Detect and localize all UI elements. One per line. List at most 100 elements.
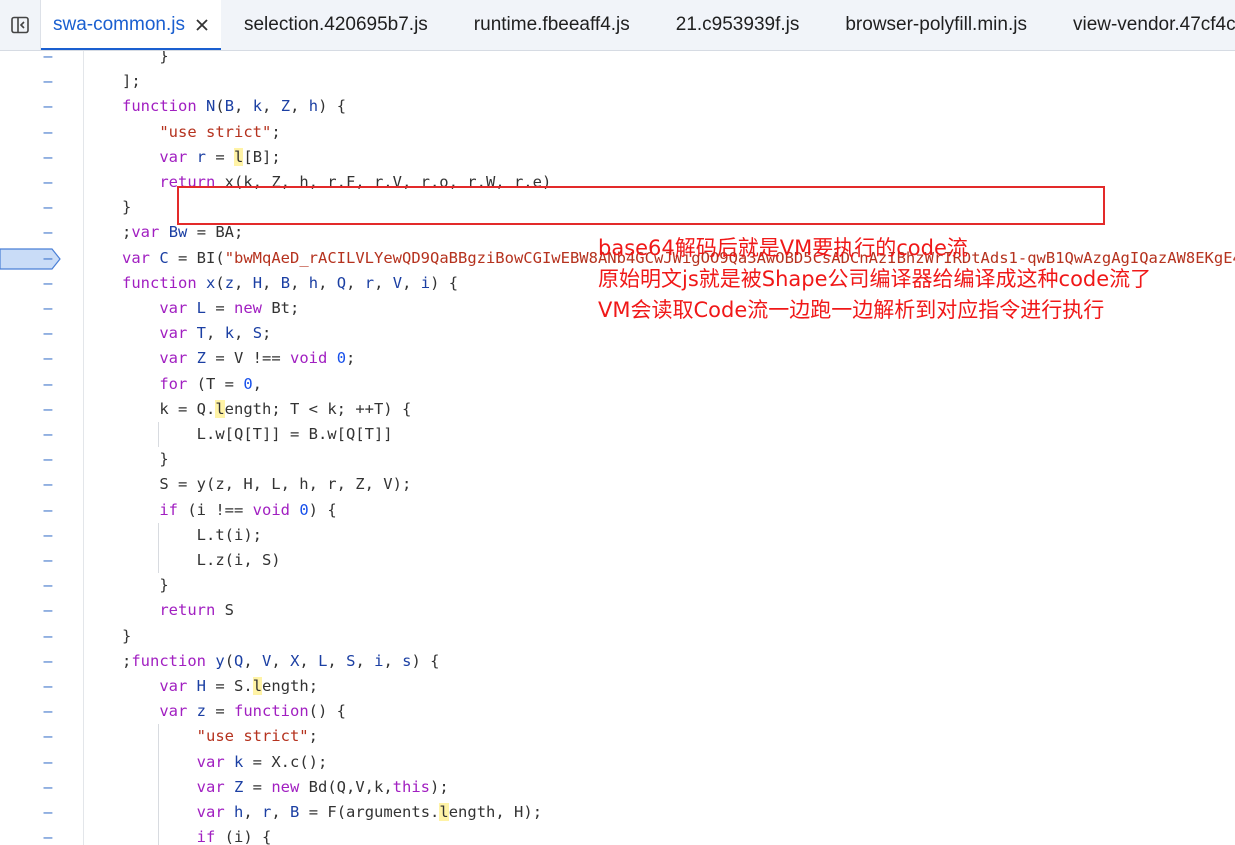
gutter-marker[interactable]: – bbox=[38, 548, 58, 573]
code-text: } bbox=[122, 447, 169, 472]
code-token: = bbox=[206, 147, 235, 166]
tab-3[interactable]: runtime.fbeeaff4.js bbox=[451, 0, 653, 50]
gutter-marker[interactable]: – bbox=[38, 271, 58, 296]
gutter-marker[interactable]: – bbox=[38, 397, 58, 422]
identifier-token: x bbox=[206, 273, 216, 292]
code-text: S = y(z, H, L, h, r, Z, V); bbox=[122, 472, 411, 497]
keyword-token: var bbox=[196, 752, 225, 771]
gutter-marker[interactable]: – bbox=[38, 523, 58, 548]
gutter-marker[interactable]: – bbox=[38, 422, 58, 447]
code-line: – } bbox=[0, 51, 1235, 69]
code-line: – function N(B, k, Z, h) { bbox=[0, 94, 1235, 119]
tab-label: swa-common.js bbox=[53, 14, 185, 35]
gutter-marker[interactable]: – bbox=[38, 674, 58, 699]
code-token: } bbox=[122, 450, 169, 469]
gutter-marker[interactable]: – bbox=[38, 750, 58, 775]
code-token: , bbox=[355, 651, 375, 670]
gutter-marker[interactable]: – bbox=[38, 825, 58, 845]
gutter-marker[interactable]: – bbox=[38, 724, 58, 749]
identifier-token: H bbox=[196, 677, 207, 695]
tab-4[interactable]: 21.c953939f.js bbox=[653, 0, 823, 50]
gutter-marker[interactable]: – bbox=[38, 145, 58, 170]
gutter-marker[interactable]: – bbox=[38, 649, 58, 674]
gutter-marker[interactable]: – bbox=[38, 170, 58, 195]
code-token: ength, H); bbox=[448, 803, 543, 821]
gutter-marker[interactable]: – bbox=[38, 598, 58, 623]
gutter-marker[interactable]: – bbox=[38, 246, 58, 271]
tab-2[interactable]: selection.420695b7.js bbox=[221, 0, 451, 50]
code-token: L.z(i, S) bbox=[122, 551, 281, 569]
close-icon[interactable] bbox=[195, 18, 209, 32]
code-editor[interactable]: – } –]; – function N(B, k, Z, h) {– "use st… bbox=[0, 51, 1235, 845]
gutter-marker[interactable]: – bbox=[38, 573, 58, 598]
gutter-marker[interactable]: – bbox=[38, 51, 58, 69]
keyword-token: var bbox=[159, 349, 188, 368]
code-token: = X.c(); bbox=[243, 752, 328, 771]
code-line: – L.z(i, S) bbox=[0, 548, 1235, 574]
code-token: } bbox=[122, 626, 132, 645]
code-text: var r = l[B]; bbox=[122, 145, 281, 170]
code-line: – "use strict"; bbox=[0, 724, 1235, 750]
code-token: , bbox=[290, 97, 309, 116]
tab-1[interactable]: swa-common.js bbox=[41, 0, 221, 50]
code-text: } bbox=[122, 195, 131, 220]
gutter-marker[interactable]: – bbox=[38, 120, 58, 145]
annotation-line-2: 原始明文js就是被Shape公司编译器给编译成这种code流了 bbox=[598, 267, 1152, 291]
code-text: } bbox=[122, 51, 168, 69]
sidebar-toggle-button[interactable] bbox=[0, 0, 41, 50]
gutter-marker[interactable]: – bbox=[38, 220, 58, 245]
gutter-marker[interactable]: – bbox=[38, 94, 58, 119]
identifier-token: h bbox=[308, 97, 319, 116]
gutter-marker[interactable]: – bbox=[38, 346, 58, 371]
identifier-token: C bbox=[159, 248, 169, 267]
tab-6[interactable]: view-vendor.47cf4c bbox=[1050, 0, 1235, 50]
code-text: L.z(i, S) bbox=[122, 548, 281, 573]
code-token: , bbox=[234, 97, 253, 116]
gutter-marker[interactable]: – bbox=[38, 699, 58, 724]
code-token: , bbox=[234, 273, 253, 292]
tab-label: browser-polyfill.min.js bbox=[845, 14, 1027, 35]
gutter-marker[interactable]: – bbox=[38, 800, 58, 825]
code-token: , bbox=[383, 651, 403, 670]
gutter-marker[interactable]: – bbox=[38, 624, 58, 649]
gutter-marker[interactable]: – bbox=[38, 195, 58, 220]
keyword-token: var bbox=[159, 299, 188, 317]
code-text: function N(B, k, Z, h) { bbox=[122, 94, 346, 119]
keyword-token: new bbox=[234, 299, 263, 317]
gutter-marker[interactable]: – bbox=[38, 321, 58, 346]
code-line: –]; bbox=[0, 69, 1235, 94]
annotation-note: base64解码后就是VM要执行的code流 原始明文js就是被Shape公司编… bbox=[598, 233, 1151, 326]
gutter-marker[interactable]: – bbox=[38, 447, 58, 472]
code-token: , bbox=[234, 324, 253, 343]
code-line: – var r = l[B]; bbox=[0, 145, 1235, 170]
tab-5[interactable]: browser-polyfill.min.js bbox=[822, 0, 1050, 50]
code-token: ) { bbox=[318, 97, 347, 116]
gutter-marker[interactable]: – bbox=[38, 775, 58, 800]
code-text: var L = new Bt; bbox=[122, 296, 299, 321]
gutter-marker[interactable]: – bbox=[38, 296, 58, 321]
code-token: ]; bbox=[122, 72, 141, 91]
keyword-token: if bbox=[159, 500, 178, 519]
code-text: var z = function() { bbox=[122, 699, 346, 724]
code-token: ); bbox=[430, 777, 449, 796]
gutter-marker[interactable]: – bbox=[38, 498, 58, 523]
code-text: var H = S.length; bbox=[122, 674, 318, 699]
gutter-marker[interactable]: – bbox=[38, 69, 58, 94]
code-token: ; bbox=[271, 122, 281, 141]
gutter-marker[interactable]: – bbox=[38, 372, 58, 397]
identifier-token: z bbox=[196, 702, 207, 721]
code-token: Bd(Q,V,k, bbox=[299, 777, 393, 796]
gutter-marker[interactable]: – bbox=[38, 472, 58, 497]
identifier-token: X bbox=[290, 651, 300, 670]
keyword-token: void bbox=[290, 349, 328, 368]
code-token: = S. bbox=[206, 677, 253, 695]
code-token: , bbox=[346, 273, 365, 292]
